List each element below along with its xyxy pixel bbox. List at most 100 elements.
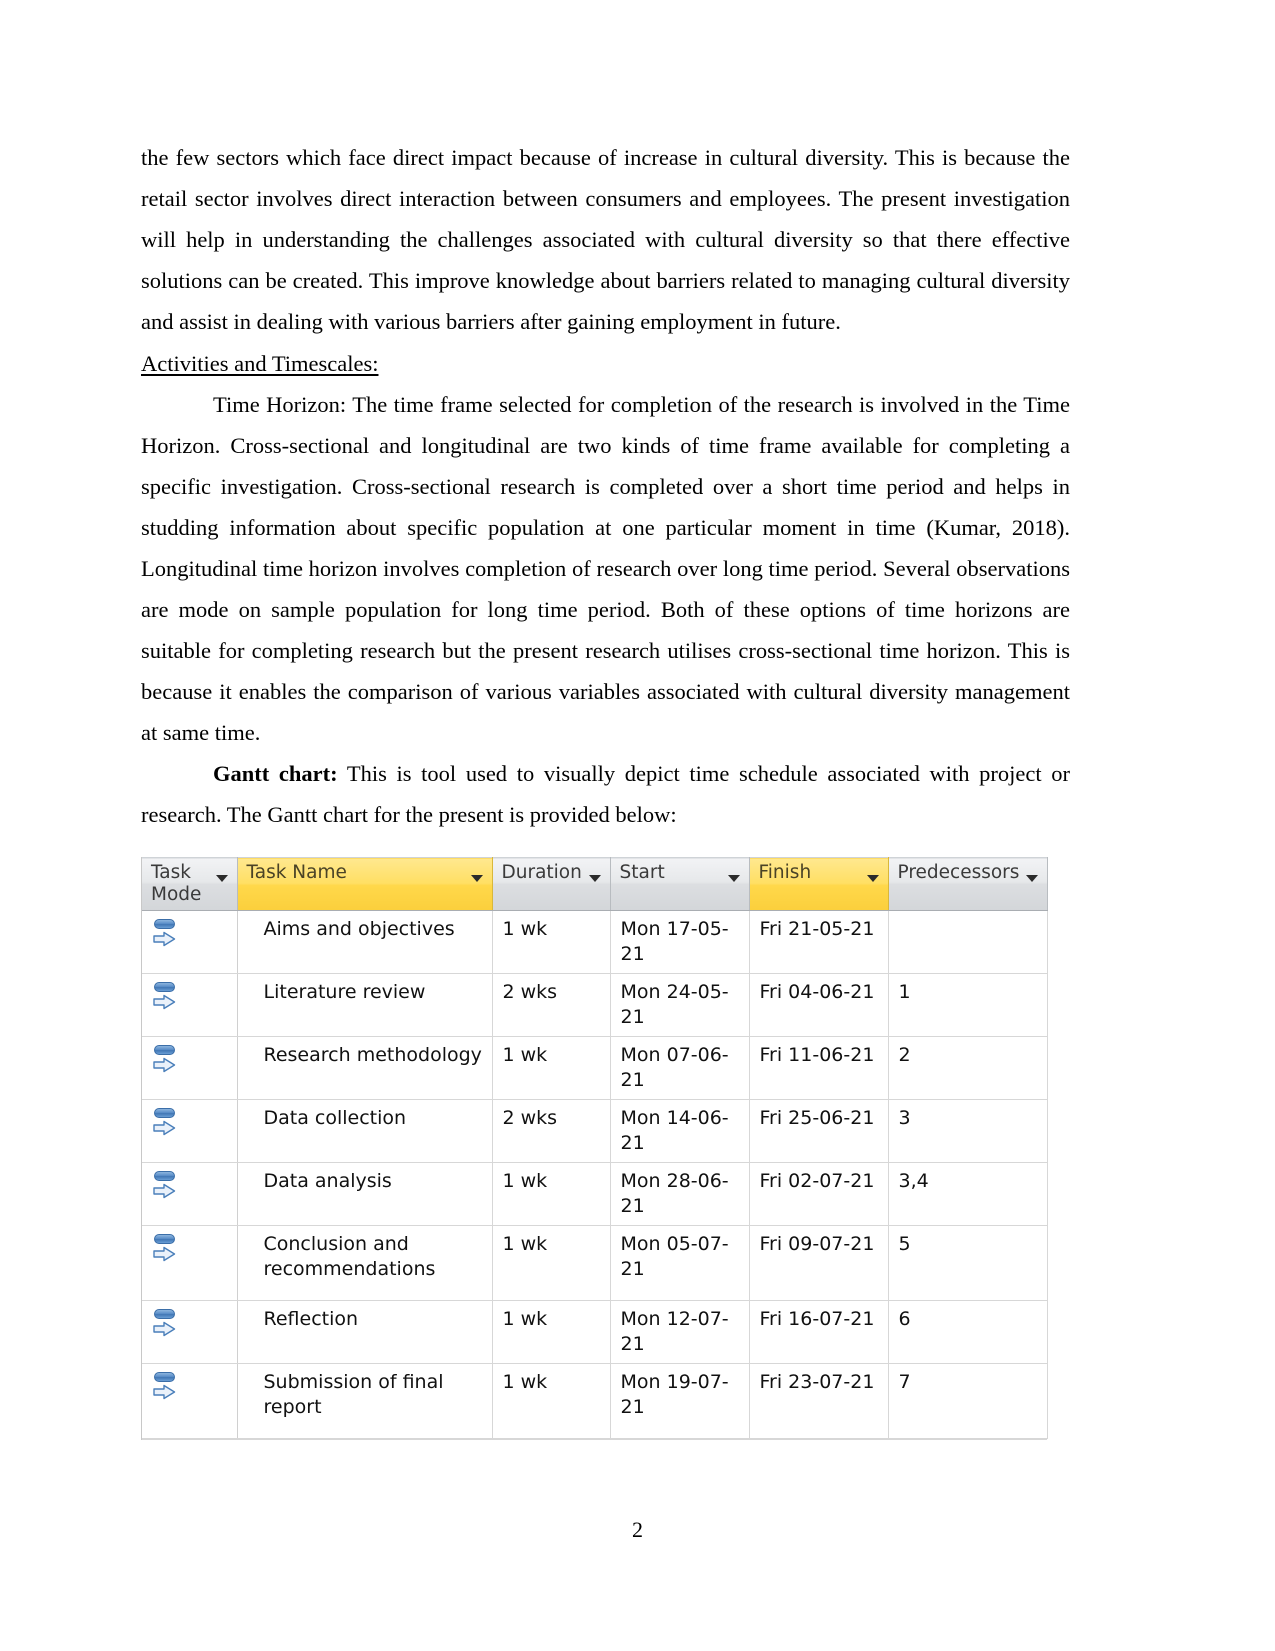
page-content: the few sectors which face direct impact… (141, 137, 1070, 1440)
cell-duration[interactable]: 1 wk (492, 1225, 611, 1301)
task-bar-shape (154, 1171, 175, 1181)
cell-duration[interactable]: 2 wks (492, 1099, 611, 1163)
cell-task-mode[interactable] (142, 973, 238, 1037)
cell-finish[interactable]: Fri 21-05-21 (749, 910, 889, 974)
task-bar-shape (154, 1372, 175, 1382)
cell-task-mode[interactable] (142, 1099, 238, 1163)
cell-duration[interactable]: 2 wks (492, 973, 611, 1037)
column-header-predecessors[interactable]: Predecessors (888, 857, 1048, 911)
filter-dropdown-icon-task-mode[interactable] (215, 875, 228, 882)
cell-predecessors[interactable]: 7 (888, 1363, 1048, 1439)
cell-start[interactable]: Mon 07-06-21 (610, 1036, 750, 1100)
paragraph-time-horizon: Time Horizon: The time frame selected fo… (141, 392, 1070, 745)
cell-duration[interactable]: 1 wk (492, 910, 611, 974)
column-header-task-mode[interactable]: Task Mode (142, 857, 238, 911)
right-arrow-shape (153, 1384, 176, 1400)
column-header-finish-label: Finish (758, 862, 812, 883)
cell-duration[interactable]: 1 wk (492, 1300, 611, 1364)
cell-task-name[interactable]: Data collection (237, 1099, 493, 1163)
cell-task-name[interactable]: Submission of final report (237, 1363, 493, 1439)
gantt-table-body: Aims and objectives 1 wk Mon 17-05-21 Fri 2… (142, 910, 1048, 1439)
filter-dropdown-icon-predecessors[interactable] (1025, 875, 1038, 882)
table-row[interactable]: Research methodology 1 wk Mon 07-06-21 Fri … (142, 1036, 1048, 1100)
paragraph-continuation: the few sectors which face direct impact… (141, 145, 1070, 334)
column-header-task-name[interactable]: Task Name (237, 857, 493, 911)
cell-task-name[interactable]: Research methodology (237, 1036, 493, 1100)
task-bar-shape (154, 1108, 175, 1118)
gantt-task-table: Task Mode Task Name Duration Start Finis… (142, 857, 1048, 1439)
auto-scheduled-icon (152, 1308, 178, 1338)
cell-finish[interactable]: Fri 23-07-21 (749, 1363, 889, 1439)
paragraph-gantt-intro: Gantt chart: This is tool used to visual… (141, 753, 1070, 835)
cell-predecessors[interactable]: 3 (888, 1099, 1048, 1163)
cell-predecessors[interactable]: 5 (888, 1225, 1048, 1301)
cell-start[interactable]: Mon 28-06-21 (610, 1162, 750, 1226)
table-row[interactable]: Data analysis 1 wk Mon 28-06-21 Fri 02-07-2… (142, 1162, 1048, 1226)
right-arrow-shape (153, 994, 176, 1010)
cell-task-mode[interactable] (142, 1036, 238, 1100)
column-header-duration[interactable]: Duration (492, 857, 611, 911)
section-heading: Activities and Timescales: (141, 343, 1070, 384)
filter-dropdown-icon-duration[interactable] (588, 875, 601, 882)
right-arrow-shape (153, 1183, 176, 1199)
table-row[interactable]: Conclusion and recommendations 1 wk Mon 05… (142, 1225, 1048, 1301)
cell-predecessors[interactable] (888, 910, 1048, 974)
table-row[interactable]: Submission of final report 1 wk Mon 19-07-… (142, 1363, 1048, 1439)
cell-predecessors[interactable]: 1 (888, 973, 1048, 1037)
auto-scheduled-icon (152, 918, 178, 948)
cell-task-name[interactable]: Reflection (237, 1300, 493, 1364)
filter-dropdown-icon-start[interactable] (727, 875, 740, 882)
cell-finish[interactable]: Fri 11-06-21 (749, 1036, 889, 1100)
document-page: the few sectors which face direct impact… (0, 0, 1275, 1651)
cell-start[interactable]: Mon 24-05-21 (610, 973, 750, 1037)
table-row[interactable]: Literature review 2 wks Mon 24-05-21 Fri 04… (142, 973, 1048, 1037)
cell-duration[interactable]: 1 wk (492, 1036, 611, 1100)
cell-task-name[interactable]: Literature review (237, 973, 493, 1037)
table-row[interactable]: Data collection 2 wks Mon 14-06-21 Fri 25-0… (142, 1099, 1048, 1163)
cell-start[interactable]: Mon 17-05-21 (610, 910, 750, 974)
cell-predecessors[interactable]: 3,4 (888, 1162, 1048, 1226)
auto-scheduled-icon (152, 1371, 178, 1401)
cell-task-mode[interactable] (142, 1225, 238, 1301)
cell-duration[interactable]: 1 wk (492, 1363, 611, 1439)
cell-finish[interactable]: Fri 16-07-21 (749, 1300, 889, 1364)
cell-start[interactable]: Mon 12-07-21 (610, 1300, 750, 1364)
cell-task-mode[interactable] (142, 1363, 238, 1439)
cell-predecessors[interactable]: 2 (888, 1036, 1048, 1100)
auto-scheduled-icon (152, 1044, 178, 1074)
page-number: 2 (632, 1517, 643, 1542)
gantt-chart-label: Gantt chart: (213, 761, 338, 786)
task-bar-shape (154, 1309, 175, 1319)
cell-task-mode[interactable] (142, 1162, 238, 1226)
cell-task-name[interactable]: Conclusion and recommendations (237, 1225, 493, 1301)
cell-start[interactable]: Mon 14-06-21 (610, 1099, 750, 1163)
column-header-start-label: Start (619, 862, 665, 883)
cell-task-mode[interactable] (142, 910, 238, 974)
right-arrow-shape (153, 1321, 176, 1337)
cell-task-mode[interactable] (142, 1300, 238, 1364)
cell-predecessors[interactable]: 6 (888, 1300, 1048, 1364)
table-row[interactable]: Reflection 1 wk Mon 12-07-21 Fri 16-07-21 6 (142, 1300, 1048, 1364)
table-row[interactable]: Aims and objectives 1 wk Mon 17-05-21 Fri 2… (142, 910, 1048, 974)
filter-dropdown-icon-finish[interactable] (866, 875, 879, 882)
auto-scheduled-icon (152, 1170, 178, 1200)
cell-task-name[interactable]: Aims and objectives (237, 910, 493, 974)
cell-finish[interactable]: Fri 04-06-21 (749, 973, 889, 1037)
task-bar-shape (154, 919, 175, 929)
cell-finish[interactable]: Fri 02-07-21 (749, 1162, 889, 1226)
column-header-duration-label: Duration (501, 862, 582, 883)
cell-start[interactable]: Mon 19-07-21 (610, 1363, 750, 1439)
cell-start[interactable]: Mon 05-07-21 (610, 1225, 750, 1301)
section-heading-text: Activities and Timescales: (141, 351, 379, 376)
right-arrow-shape (153, 1246, 176, 1262)
cell-finish[interactable]: Fri 09-07-21 (749, 1225, 889, 1301)
column-header-finish[interactable]: Finish (749, 857, 889, 911)
table-bottom-edge (142, 1439, 1047, 1440)
cell-finish[interactable]: Fri 25-06-21 (749, 1099, 889, 1163)
task-bar-shape (154, 1234, 175, 1244)
right-arrow-shape (153, 931, 176, 947)
column-header-start[interactable]: Start (610, 857, 750, 911)
cell-duration[interactable]: 1 wk (492, 1162, 611, 1226)
cell-task-name[interactable]: Data analysis (237, 1162, 493, 1226)
filter-dropdown-icon-task-name[interactable] (470, 875, 483, 882)
